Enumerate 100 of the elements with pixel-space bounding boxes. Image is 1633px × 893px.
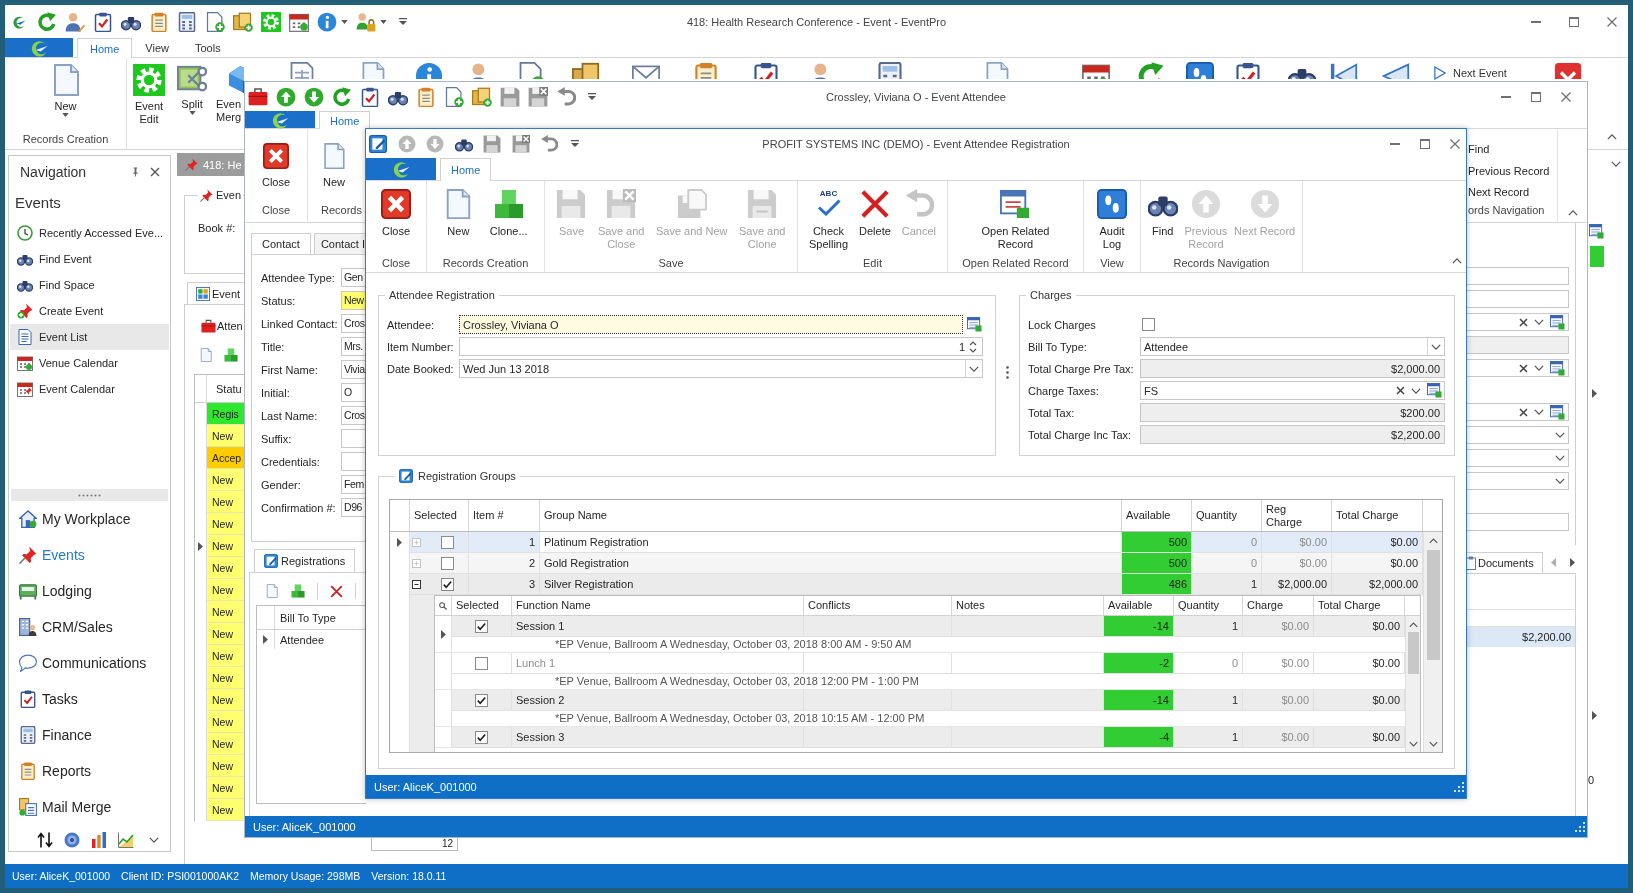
- ribbon-tab[interactable]: View: [132, 38, 182, 57]
- nav-item[interactable]: Recently Accessed Eve...: [10, 220, 169, 246]
- tab[interactable]: Contact: [251, 233, 311, 254]
- footprints-icon[interactable]: [1186, 62, 1214, 79]
- chevron-down-icon[interactable]: [1555, 455, 1565, 461]
- chevron-down-icon[interactable]: [1534, 409, 1544, 415]
- document-plus-icon[interactable]: [517, 62, 545, 79]
- input-field[interactable]: [1467, 336, 1569, 354]
- briefcase-icon[interactable]: [248, 86, 268, 107]
- ribbon-tab[interactable]: Home: [319, 111, 371, 129]
- clear-icon[interactable]: [1519, 363, 1528, 373]
- undo-icon[interactable]: [540, 134, 558, 153]
- folders-icon[interactable]: [472, 86, 492, 107]
- nav-item[interactable]: Find Event: [10, 246, 169, 272]
- dropdown-field[interactable]: Attendee: [1140, 337, 1445, 356]
- pin-icon[interactable]: [131, 167, 140, 177]
- ribbon-button[interactable]: Split: [173, 64, 211, 146]
- calculator-icon[interactable]: [876, 62, 904, 79]
- maximize-icon[interactable]: [1420, 138, 1430, 149]
- tab[interactable]: Documents: [1466, 552, 1543, 573]
- chevron-down-icon[interactable]: [1611, 161, 1621, 167]
- disc-icon[interactable]: [64, 832, 80, 848]
- scrollbar-thumb[interactable]: [1407, 632, 1419, 674]
- resize-grip-icon[interactable]: [1575, 821, 1585, 832]
- input-field[interactable]: [341, 452, 366, 471]
- module-button[interactable]: CRM/Sales: [9, 609, 170, 645]
- ribbon-button[interactable]: New: [443, 181, 474, 256]
- chevron-down-icon[interactable]: [1534, 365, 1544, 371]
- notepad-icon[interactable]: [416, 86, 436, 107]
- table-icon[interactable]: [1427, 383, 1442, 398]
- checkbox[interactable]: [441, 535, 454, 549]
- info-icon[interactable]: [415, 62, 443, 79]
- minimize-icon[interactable]: [1390, 142, 1400, 145]
- chevron-up-icon[interactable]: [1567, 210, 1578, 216]
- table-icon[interactable]: [1550, 360, 1565, 376]
- triangle-right-icon[interactable]: [1570, 558, 1575, 567]
- checkbox[interactable]: [441, 556, 454, 570]
- notepad-icon[interactable]: [149, 11, 169, 32]
- collapse-icon[interactable]: [412, 579, 421, 589]
- input-field[interactable]: Cros: [341, 314, 366, 333]
- undo-icon[interactable]: [556, 86, 576, 107]
- ribbon-button[interactable]: Find: [1147, 181, 1178, 256]
- checkbox[interactable]: [475, 656, 488, 670]
- ribbon-button[interactable]: Audit Log: [1097, 181, 1127, 256]
- chevron-down-icon[interactable]: [1555, 432, 1565, 438]
- ribbon-button[interactable]: Previous Record: [1468, 159, 1550, 182]
- line-chart-icon[interactable]: [118, 832, 134, 848]
- ribbon-tab[interactable]: Home: [77, 38, 133, 58]
- close-icon[interactable]: [1607, 16, 1617, 27]
- customize-icon[interactable]: [588, 93, 596, 100]
- input-field[interactable]: [1467, 426, 1569, 444]
- ribbon-button[interactable]: ABC Check Spelling: [808, 181, 849, 256]
- resize-grip-icon[interactable]: [1454, 781, 1464, 792]
- info-icon[interactable]: [317, 11, 337, 32]
- close-icon[interactable]: [1561, 91, 1571, 102]
- chevron-up-icon[interactable]: [1452, 258, 1462, 264]
- clear-icon[interactable]: [1519, 317, 1528, 327]
- input-field[interactable]: [1467, 313, 1569, 331]
- chevron-down-icon[interactable]: [1534, 319, 1544, 325]
- ribbon-button[interactable]: Clone...: [489, 181, 528, 256]
- module-button[interactable]: Mail Merge: [9, 789, 170, 825]
- notepad-icon[interactable]: [692, 62, 720, 79]
- refresh-icon[interactable]: [37, 11, 57, 32]
- table-icon[interactable]: [1550, 314, 1565, 330]
- triangle-icon[interactable]: [1592, 389, 1597, 398]
- module-button[interactable]: Reports: [9, 753, 170, 789]
- ribbon-button[interactable]: New: [321, 143, 347, 203]
- clipboard-icon[interactable]: [752, 62, 780, 79]
- input-field[interactable]: D96: [341, 498, 366, 517]
- ribbon-button[interactable]: Event Edit: [129, 64, 169, 146]
- table-icon[interactable]: [1589, 224, 1604, 239]
- clipboard-icon[interactable]: [360, 86, 380, 107]
- close-icon[interactable]: [1450, 138, 1460, 149]
- module-button[interactable]: Finance: [9, 717, 170, 753]
- spinner-icon[interactable]: [969, 340, 977, 353]
- input-field[interactable]: [1467, 359, 1569, 377]
- skip-back-icon[interactable]: [1330, 62, 1358, 79]
- minimize-icon[interactable]: [1501, 95, 1511, 98]
- clipboard-icon[interactable]: [1234, 62, 1262, 79]
- nav-item[interactable]: Venue Calendar: [10, 350, 169, 376]
- chevron-down-icon[interactable]: [969, 365, 979, 372]
- checkbox[interactable]: [1142, 318, 1155, 331]
- input-field[interactable]: [1467, 403, 1569, 421]
- cubes-icon[interactable]: [291, 584, 305, 598]
- chevron-down-icon[interactable]: [1431, 343, 1441, 350]
- ribbon-button[interactable]: Find: [1468, 138, 1490, 160]
- ribbon-button[interactable]: Open Related Record: [981, 181, 1050, 256]
- calendar-icon[interactable]: [289, 11, 309, 32]
- tab[interactable]: Contact I: [313, 233, 365, 254]
- input-field[interactable]: [1467, 472, 1569, 490]
- checkbox[interactable]: [475, 619, 488, 633]
- lookup-field[interactable]: FS: [1140, 381, 1445, 400]
- splitter-grip-icon[interactable]: [1006, 365, 1009, 379]
- app-menu-button[interactable]: [5, 38, 73, 57]
- module-button[interactable]: Lodging: [9, 573, 170, 609]
- customize-icon[interactable]: [399, 18, 407, 25]
- ribbon-button[interactable]: Next Record: [1468, 181, 1530, 203]
- clipboard-icon[interactable]: [93, 11, 113, 32]
- calendar-icon[interactable]: [1082, 62, 1110, 79]
- person-icon[interactable]: [65, 11, 85, 32]
